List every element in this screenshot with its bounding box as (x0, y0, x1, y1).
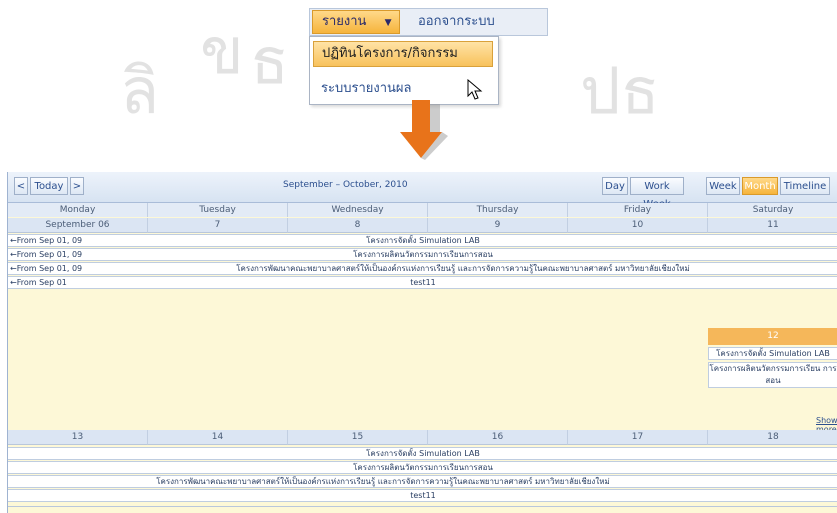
view-month[interactable]: Month (742, 177, 778, 195)
view-week[interactable]: Week (706, 177, 740, 195)
watermark-letter: ปธ (580, 55, 660, 129)
event-title: test11 (410, 491, 436, 500)
event-title: โครงการผลิตนวัตกรรมการเรียนการสอน (353, 463, 493, 472)
menu-item-project-calendar[interactable]: ปฏิทินโครงการ/กิจกรรม (313, 41, 493, 67)
menu-item-report-system[interactable]: ระบบรายงานผล (321, 77, 412, 98)
day-number-selected[interactable]: 12 (708, 328, 837, 345)
event-title: โครงการพัฒนาคณะพยาบาลศาสตร์ให้เป็นองค์กร… (236, 264, 690, 273)
view-work-week[interactable]: Work Week (630, 177, 684, 210)
day-number[interactable]: 9 (428, 218, 568, 233)
day-number[interactable]: 8 (288, 218, 428, 233)
day-number[interactable]: 11 (708, 218, 837, 233)
row-divider (8, 506, 837, 507)
day-header-saturday: Saturday (708, 203, 837, 217)
day-header-tuesday: Tuesday (148, 203, 288, 217)
day-header-wednesday: Wednesday (288, 203, 428, 217)
view-timeline[interactable]: Timeline (780, 177, 830, 195)
day-number[interactable]: 7 (148, 218, 288, 233)
day-number[interactable]: 13 (8, 430, 148, 445)
chevron-down-icon: ▼ (384, 18, 392, 28)
day-number[interactable]: 10 (568, 218, 708, 233)
report-menu[interactable]: รายงาน ▼ (312, 10, 400, 34)
event-bar[interactable]: โครงการผลิตนวัตกรรมการเรียน การสอน (708, 362, 837, 388)
day-header-monday: Monday (8, 203, 148, 217)
next-button[interactable]: > (70, 177, 84, 195)
event-title: โครงการจัดตั้ง Simulation LAB (366, 449, 480, 458)
mouse-cursor-icon (467, 78, 483, 106)
calendar: < Today > September – October, 2010 Day … (7, 172, 837, 513)
day-number[interactable]: 18 (708, 430, 837, 445)
day-number[interactable]: 14 (148, 430, 288, 445)
day-number[interactable]: 17 (568, 430, 708, 445)
date-range-label: September – October, 2010 (283, 180, 408, 190)
logout-menu[interactable]: ออกจากระบบ (418, 10, 495, 34)
watermark-letter: ธ (250, 25, 290, 99)
day-number[interactable]: 15 (288, 430, 428, 445)
watermark-letter: ข (200, 15, 244, 89)
event-bar[interactable]: ←From Sep 01, 09 โครงการผลิตนวัตกรรมการเ… (8, 248, 837, 261)
view-day[interactable]: Day (602, 177, 628, 195)
event-title: โครงการจัดตั้ง Simulation LAB (366, 236, 480, 245)
event-bar[interactable]: โครงการผลิตนวัตกรรมการเรียนการสอน (8, 461, 837, 474)
today-button[interactable]: Today (30, 177, 68, 195)
event-bar[interactable]: ←From Sep 01, 09 โครงการพัฒนาคณะพยาบาลศา… (8, 262, 837, 275)
watermark-letter: ลิ (120, 55, 160, 129)
event-bar[interactable]: ←From Sep 01 test11 (8, 276, 837, 289)
event-bar[interactable]: โครงการพัฒนาคณะพยาบาลศาสตร์ให้เป็นองค์กร… (8, 475, 837, 488)
day-number[interactable]: September 06 (8, 218, 148, 233)
day-header-friday: Friday (568, 203, 708, 217)
top-menu-bar: รายงาน ▼ ออกจากระบบ (309, 8, 548, 36)
event-title: โครงการผลิตนวัตกรรมการเรียนการสอน (353, 250, 493, 259)
down-arrow-icon (390, 100, 450, 160)
event-title: โครงการพัฒนาคณะพยาบาลศาสตร์ให้เป็นองค์กร… (156, 477, 610, 486)
report-menu-label: รายงาน (322, 14, 367, 29)
event-bar[interactable]: โครงการจัดตั้ง Simulation LAB (8, 447, 837, 460)
day-header-thursday: Thursday (428, 203, 568, 217)
calendar-toolbar: < Today > September – October, 2010 Day … (8, 172, 837, 210)
prev-button[interactable]: < (14, 177, 28, 195)
event-bar[interactable]: ←From Sep 01, 09 โครงการจัดตั้ง Simulati… (8, 234, 837, 247)
day-number[interactable]: 16 (428, 430, 568, 445)
event-bar[interactable]: test11 (8, 489, 837, 502)
event-bar[interactable]: โครงการจัดตั้ง Simulation LAB (708, 347, 837, 360)
event-title: test11 (410, 278, 436, 287)
